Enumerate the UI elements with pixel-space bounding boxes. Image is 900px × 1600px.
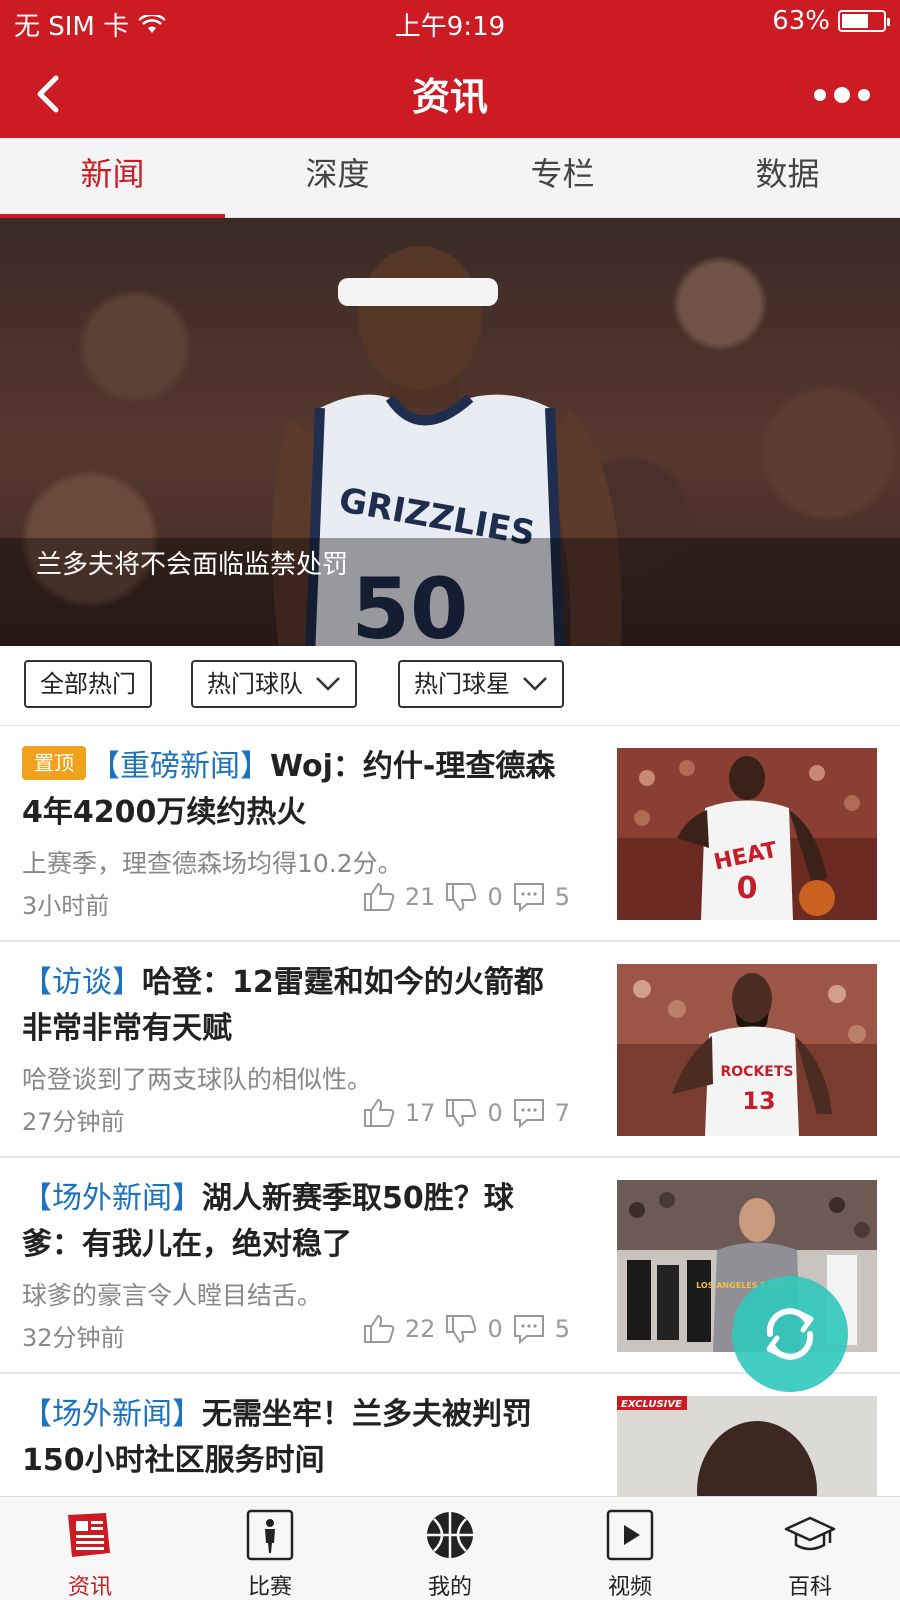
tab-data[interactable]: 数据 [675,138,900,217]
news-category: 【重磅新闻】 [90,749,270,784]
filter-teams-label: 热门球队 [207,670,303,698]
nav-bar: 资讯 [0,50,900,138]
news-time: 3小时前 [22,892,110,920]
filter-hot-stars[interactable]: 热门球星 [398,660,564,708]
nav-games[interactable]: 比赛 [180,1497,360,1600]
comment-icon[interactable] [513,882,545,912]
news-summary: 哈登谈到了两支球队的相似性。 [22,1065,373,1094]
comment-icon[interactable] [513,1314,545,1344]
likes-count: 21 [404,883,436,911]
chevron-down-icon [316,677,340,691]
news-time: 32分钟前 [22,1324,125,1352]
page-title: 资讯 [411,75,488,119]
thumb-jersey-number: 0 [737,871,758,906]
newspaper-icon [68,1513,110,1557]
news-category: 【访谈】 [22,965,142,1000]
nav-news-label: 资讯 [67,1575,112,1600]
news-summary: 上赛季，理查德森场均得10.2分。 [22,849,403,878]
comments-count: 7 [554,1099,570,1127]
thumbs-up-icon[interactable] [363,1098,395,1128]
news-category: 【场外新闻】 [22,1397,202,1432]
tab-column[interactable]: 专栏 [450,138,675,217]
nav-mine[interactable]: 我的 [360,1497,540,1600]
banner-caption: 兰多夫将不会面临监禁处罚 [36,550,349,580]
comments-count: 5 [554,1315,570,1343]
filter-all-label: 全部热门 [40,670,136,698]
dislikes-count: 0 [487,1099,503,1127]
filter-hot-teams[interactable]: 热门球队 [191,660,357,708]
status-time: 上午9:19 [394,12,506,42]
thumbs-up-icon[interactable] [363,1314,395,1344]
comment-icon[interactable] [513,1098,545,1128]
status-bar: 无 SIM 卡 上午9:19 63% [0,0,900,44]
basketball-icon [427,1512,473,1558]
thumbs-down-icon[interactable] [445,882,477,912]
nav-games-label: 比赛 [247,1575,292,1600]
news-stats: 22 0 5 [363,1314,570,1344]
top-bar: 无 SIM 卡 上午9:19 63% 资讯 [0,0,900,138]
news-title: 【场外新闻】无需坐牢！兰多夫被判罚150小时社区服务时间 [22,1392,562,1484]
nav-video-label: 视频 [607,1575,652,1600]
hero-banner[interactable]: GRIZZLIES 50 兰多夫将不会面临监禁处罚 [0,218,900,646]
more-options-icon[interactable] [808,70,878,120]
tab-news[interactable]: 新闻 [0,138,225,218]
thumb-jersey-number: 13 [742,1087,775,1115]
refresh-button[interactable] [732,1276,848,1392]
play-icon [606,1509,654,1561]
news-thumbnail: ROCKETS 13 [617,964,877,1136]
refresh-icon [766,1308,814,1360]
nav-wiki-label: 百科 [787,1575,832,1600]
battery-percent: 63% [772,6,830,36]
battery-icon [838,10,890,32]
status-right: 63% [772,6,890,36]
filter-all-hot[interactable]: 全部热门 [24,660,152,708]
exclusive-badge: EXCLUSIVE [621,1399,682,1410]
news-item[interactable]: 【访谈】哈登：12雷霆和如今的火箭都非常非常有天赋 哈登谈到了两支球队的相似性。… [0,942,900,1158]
news-stats: 21 0 5 [363,882,570,912]
news-title: 置顶 【重磅新闻】Woj：约什-理查德森4年4200万续约热火 [22,744,562,836]
dislikes-count: 0 [487,883,503,911]
news-thumbnail: HEAT 0 [617,748,877,920]
category-tabs: 新闻 深度 专栏 数据 [0,138,900,218]
tab-depth[interactable]: 深度 [225,138,450,217]
thumbs-down-icon[interactable] [445,1098,477,1128]
chevron-down-icon [523,677,547,691]
news-category: 【场外新闻】 [22,1181,202,1216]
news-title: 【访谈】哈登：12雷霆和如今的火箭都非常非常有天赋 [22,960,562,1052]
filter-stars-label: 热门球星 [414,670,510,698]
news-time: 27分钟前 [22,1108,125,1136]
news-summary: 球爹的豪言令人瞠目结舌。 [22,1281,323,1310]
filter-row: 全部热门 热门球队 热门球星 [0,646,900,726]
thumb-jersey-text: ROCKETS [720,1064,793,1080]
news-item[interactable]: 置顶 【重磅新闻】Woj：约什-理查德森4年4200万续约热火 上赛季，理查德森场… [0,726,900,942]
bottom-navigation: 资讯 比赛 我的 视频 百科 [0,1496,900,1600]
graduation-cap-icon [784,1516,836,1551]
news-title: 【场外新闻】湖人新赛季取50胜？球爹：有我儿在，绝对稳了 [22,1176,562,1268]
news-stats: 17 0 7 [363,1098,570,1128]
nav-mine-label: 我的 [427,1575,472,1600]
thumbs-down-icon[interactable] [445,1314,477,1344]
nav-video[interactable]: 视频 [540,1497,720,1600]
nav-news[interactable]: 资讯 [0,1497,180,1600]
comments-count: 5 [554,883,570,911]
player-card-icon [246,1509,294,1561]
dislikes-count: 0 [487,1315,503,1343]
likes-count: 22 [404,1315,436,1343]
pinned-badge: 置顶 [22,746,86,780]
nav-wiki[interactable]: 百科 [720,1497,900,1600]
thumbs-up-icon[interactable] [363,882,395,912]
likes-count: 17 [404,1099,436,1127]
